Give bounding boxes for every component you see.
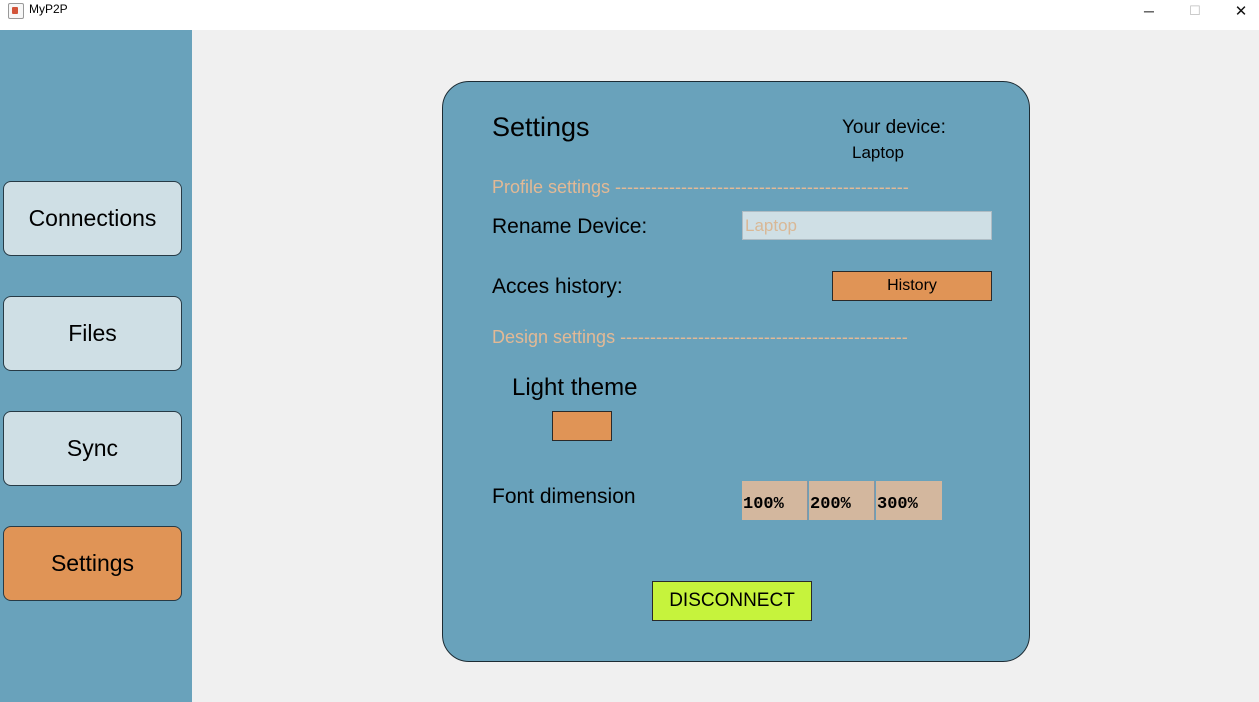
font-dimension-label: Font dimension — [492, 485, 636, 508]
light-theme-label: Light theme — [512, 374, 638, 401]
history-button[interactable]: History — [832, 271, 992, 301]
profile-settings-section: Profile settings -----------------------… — [492, 177, 909, 197]
font-200-button[interactable]: 200% — [809, 481, 875, 520]
minimize-icon[interactable]: ─ — [1126, 0, 1172, 22]
design-settings-section: Design settings ------------------------… — [492, 327, 908, 347]
close-icon[interactable]: ✕ — [1218, 0, 1259, 22]
device-name: Laptop — [852, 143, 904, 162]
page-title: Settings — [492, 112, 590, 142]
java-app-icon — [8, 3, 24, 19]
rename-device-input[interactable]: Laptop — [742, 211, 992, 240]
light-theme-toggle[interactable] — [552, 411, 612, 441]
nav-connections-button[interactable]: Connections — [3, 181, 182, 256]
settings-panel: Settings Your device: Laptop Profile set… — [442, 81, 1030, 662]
font-dimension-group: 100% 200% 300% — [742, 481, 942, 520]
title-bar: MyP2P ─ ☐ ✕ — [0, 0, 1259, 30]
rename-device-label: Rename Device: — [492, 215, 648, 238]
window-title: MyP2P — [29, 2, 68, 16]
nav-settings-button[interactable]: Settings — [3, 526, 182, 601]
font-300-button[interactable]: 300% — [876, 481, 942, 520]
disconnect-button[interactable]: DISCONNECT — [652, 581, 812, 621]
nav-files-button[interactable]: Files — [3, 296, 182, 371]
sidebar: Connections Files Sync Settings — [0, 30, 192, 702]
font-100-button[interactable]: 100% — [742, 481, 808, 520]
access-history-label: Acces history: — [492, 275, 623, 298]
nav-sync-button[interactable]: Sync — [3, 411, 182, 486]
device-label: Your device: — [842, 117, 946, 138]
maximize-icon[interactable]: ☐ — [1172, 0, 1218, 22]
